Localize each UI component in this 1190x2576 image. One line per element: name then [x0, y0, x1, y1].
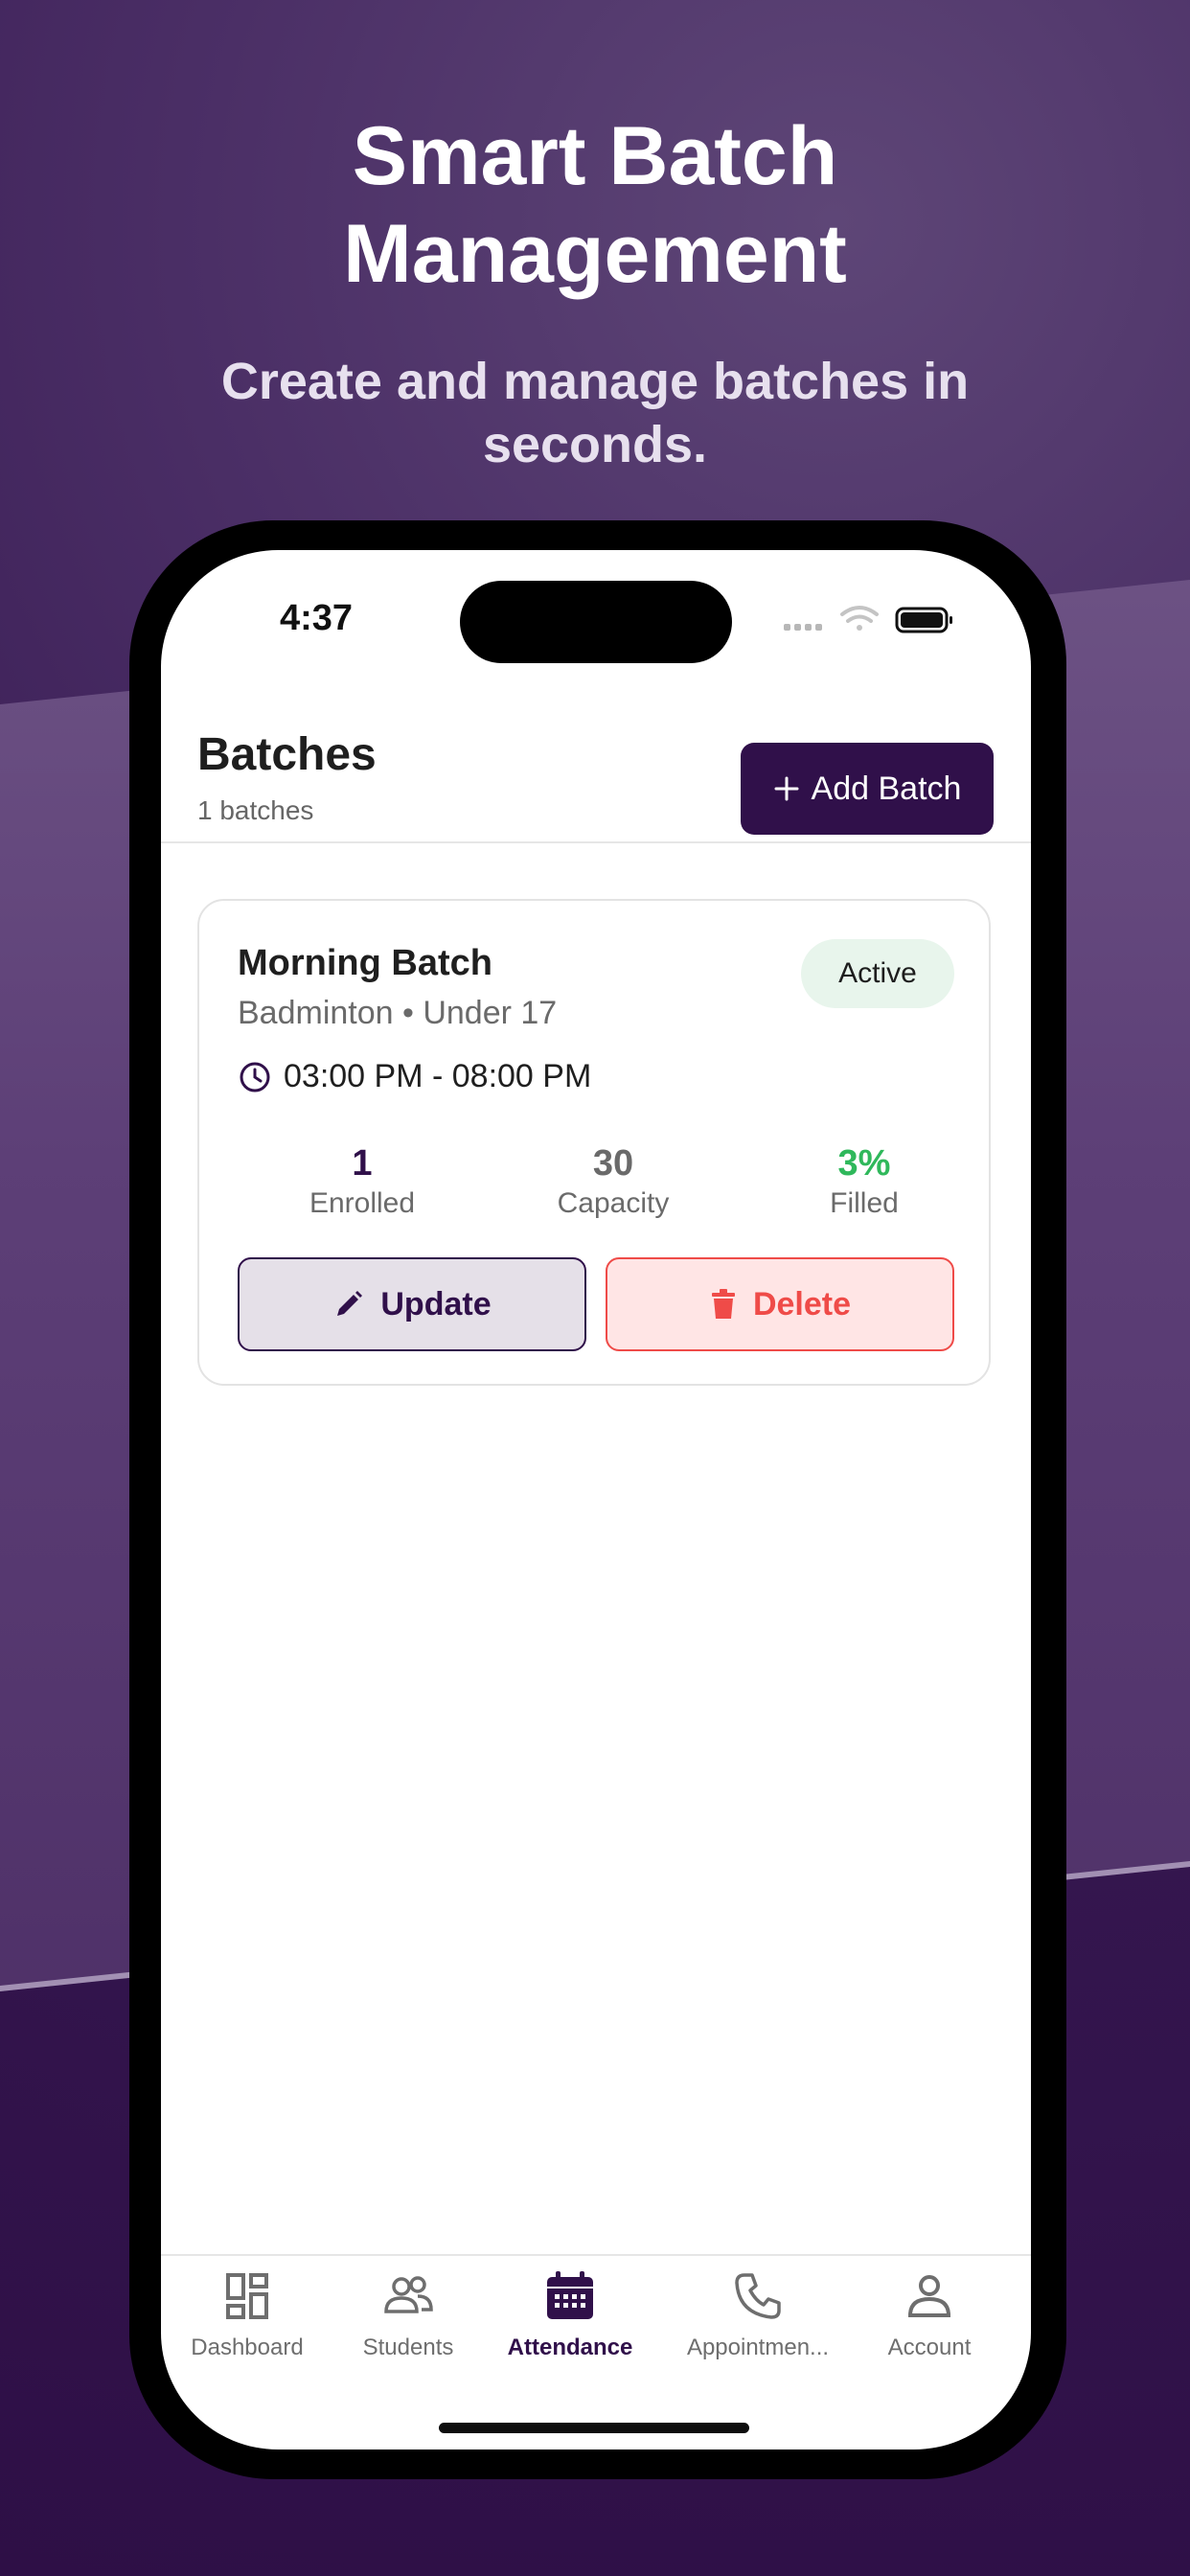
filled-value: 3% — [837, 1143, 891, 1184]
promo-title-line-2: Management — [343, 208, 847, 300]
add-batch-button[interactable]: Add Batch — [741, 743, 994, 835]
battery-icon — [895, 607, 952, 633]
dashboard-icon — [226, 2273, 268, 2319]
tab-attendance[interactable]: Attendance — [484, 2269, 656, 2361]
enrolled-label: Enrolled — [309, 1187, 416, 1219]
status-icons — [784, 606, 952, 633]
batch-name: Morning Batch — [238, 943, 492, 983]
bottom-tab-bar: Dashboard Students Attendance Appointmen… — [161, 2254, 1031, 2450]
tab-appointments[interactable]: Appointmen... — [672, 2269, 844, 2361]
tab-appointments-label: Appointmen... — [686, 2334, 830, 2360]
phone-screen: 4:37 Batches 1 batches Add Batch Morning… — [161, 550, 1031, 2450]
dynamic-island — [460, 581, 732, 663]
signal-icon — [784, 624, 822, 631]
batch-time-text: 03:00 PM - 08:00 PM — [284, 1058, 592, 1094]
promo-subtitle: Create and manage batches in seconds. — [220, 353, 970, 473]
add-batch-label: Add Batch — [811, 770, 962, 807]
clock-icon — [240, 1062, 270, 1092]
tab-students-label: Students — [362, 2334, 454, 2360]
status-time: 4:37 — [280, 598, 354, 638]
capacity-label: Capacity — [557, 1187, 670, 1219]
batch-time: 03:00 PM - 08:00 PM — [238, 1058, 591, 1095]
delete-button[interactable]: Delete — [606, 1257, 954, 1351]
update-button[interactable]: Update — [238, 1257, 586, 1351]
batch-card: Morning Batch Badminton • Under 17 Activ… — [197, 899, 991, 1386]
wifi-icon — [840, 606, 879, 631]
page-title: Batches — [197, 729, 377, 780]
students-icon — [384, 2276, 433, 2313]
app-header: Batches 1 batches Add Batch — [161, 709, 1031, 843]
filled-label: Filled — [830, 1187, 899, 1219]
calendar-icon — [547, 2271, 593, 2319]
update-label: Update — [380, 1285, 492, 1322]
pencil-icon — [337, 1291, 363, 1316]
enrolled-value: 1 — [352, 1143, 373, 1184]
phone-icon — [735, 2273, 781, 2319]
batch-count: 1 batches — [197, 795, 314, 825]
stat-enrolled: 1 Enrolled — [262, 1142, 463, 1223]
batch-subtitle: Badminton • Under 17 — [238, 995, 558, 1031]
tab-dashboard-label: Dashboard — [191, 2334, 304, 2360]
tab-dashboard[interactable]: Dashboard — [161, 2269, 333, 2361]
promo-title-line-1: Smart Batch — [352, 110, 838, 202]
status-badge: Active — [801, 939, 954, 1008]
plus-icon — [774, 776, 799, 801]
tab-attendance-label: Attendance — [507, 2334, 633, 2360]
tab-students[interactable]: Students — [322, 2269, 494, 2361]
delete-label: Delete — [752, 1285, 852, 1322]
tab-account[interactable]: Account — [843, 2269, 1016, 2361]
tab-account-label: Account — [887, 2334, 972, 2360]
capacity-value: 30 — [592, 1143, 634, 1184]
stat-capacity: 30 Capacity — [513, 1142, 714, 1223]
home-indicator — [439, 2423, 749, 2433]
trash-icon — [711, 1289, 735, 1319]
account-icon — [907, 2275, 951, 2317]
promo-title: Smart Batch Management — [0, 107, 1190, 303]
stat-filled: 3% Filled — [764, 1142, 965, 1223]
